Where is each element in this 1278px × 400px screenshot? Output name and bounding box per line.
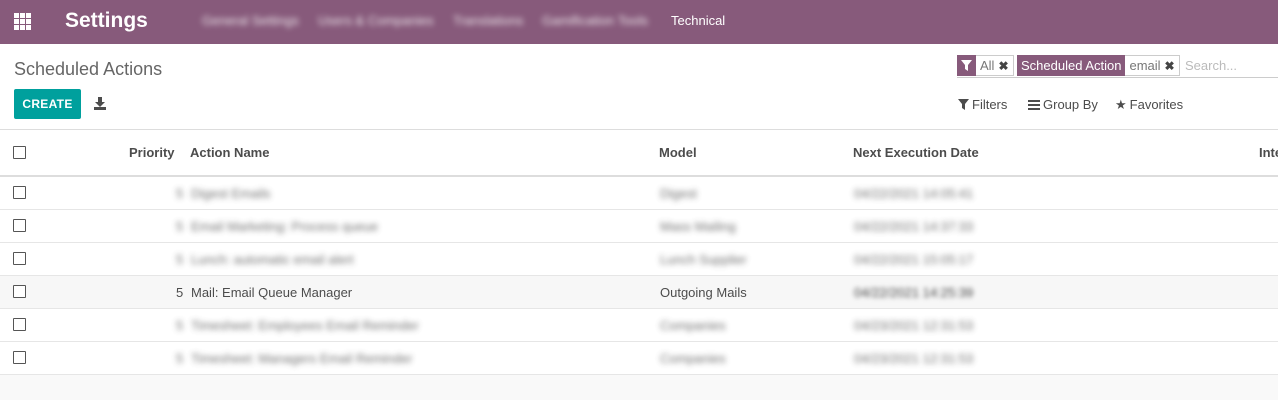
priority-cell: 5 (176, 252, 184, 267)
close-icon[interactable]: ✖ (998, 59, 1008, 73)
column-priority[interactable]: Priority (129, 146, 175, 160)
model-cell: Digest (660, 186, 697, 201)
menu-technical[interactable]: Technical (671, 13, 725, 29)
download-icon[interactable] (94, 97, 106, 110)
table-row[interactable]: 5 Mail: Email Queue Manager Outgoing Mai… (0, 276, 1278, 309)
priority-cell: 5 (176, 186, 184, 201)
next-execution-cell: 04/22/2021 14:25:39 (854, 285, 974, 300)
empty-area (0, 375, 1278, 400)
priority-cell: 5 (176, 285, 184, 300)
model-cell: Mass Mailing (660, 219, 736, 234)
column-model[interactable]: Model (659, 146, 697, 160)
control-panel: Scheduled Actions CREATE All ✖ Scheduled… (0, 44, 1278, 130)
filter-icon (958, 99, 969, 110)
search-facet-filter: All ✖ (957, 55, 1014, 76)
action-name-cell: Email Marketing: Process queue (191, 219, 379, 234)
table-header: Priority Action Name Model Next Executio… (0, 130, 1278, 177)
priority-cell: 5 (176, 351, 184, 366)
filters-dropdown[interactable]: Filters (958, 97, 1007, 112)
column-next-execution-date[interactable]: Next Execution Date (853, 146, 979, 160)
top-navbar: Settings General Settings Users & Compan… (0, 0, 1278, 44)
filter-icon (957, 55, 976, 76)
close-icon[interactable]: ✖ (1165, 59, 1175, 73)
favorites-label: Favorites (1129, 97, 1184, 112)
menu-general-settings[interactable]: General Settings (202, 13, 299, 29)
breadcrumb: Scheduled Actions (14, 59, 163, 79)
next-execution-cell: 04/22/2021 14:05:41 (854, 186, 974, 201)
model-cell: Companies (660, 318, 726, 333)
row-checkbox[interactable] (13, 318, 26, 331)
menu-users-companies[interactable]: Users & Companies (318, 13, 434, 29)
next-execution-cell: 04/23/2021 12:31:53 (854, 318, 974, 333)
model-cell: Lunch Supplier (660, 252, 747, 267)
priority-cell: 5 (176, 219, 184, 234)
next-execution-cell: 04/23/2021 12:31:53 (854, 351, 974, 366)
favorites-dropdown[interactable]: ★ Favorites (1115, 97, 1183, 112)
create-button[interactable]: CREATE (14, 89, 81, 119)
menu-translations[interactable]: Translations (453, 13, 523, 29)
action-name-cell: Digest Emails (191, 186, 271, 201)
row-checkbox[interactable] (13, 252, 26, 265)
bars-icon (1028, 99, 1040, 110)
table-row[interactable]: 5 Lunch: automatic email alert Lunch Sup… (0, 243, 1278, 276)
list-view: Priority Action Name Model Next Executio… (0, 130, 1278, 375)
column-action-name[interactable]: Action Name (190, 146, 269, 160)
group-by-label: Group By (1043, 97, 1098, 112)
facet-value: email (1129, 58, 1161, 73)
facet-label: Scheduled Action (1017, 55, 1126, 76)
facet-value: All (980, 58, 995, 73)
model-cell: Outgoing Mails (660, 285, 747, 300)
group-by-dropdown[interactable]: Group By (1028, 97, 1098, 112)
search-facet-scheduled-action: Scheduled Action email ✖ (1017, 55, 1180, 76)
row-checkbox[interactable] (13, 186, 26, 199)
row-checkbox[interactable] (13, 351, 26, 364)
priority-cell: 5 (176, 318, 184, 333)
next-execution-cell: 04/22/2021 14:37:33 (854, 219, 974, 234)
model-cell: Companies (660, 351, 726, 366)
filters-label: Filters (972, 97, 1008, 112)
table-row[interactable]: 5 Timesheet: Employees Email Reminder Co… (0, 309, 1278, 342)
table-row[interactable]: 5 Digest Emails Digest 04/22/2021 14:05:… (0, 177, 1278, 210)
action-name-cell: Timesheet: Managers Email Reminder (191, 351, 413, 366)
row-checkbox[interactable] (13, 219, 26, 232)
app-title: Settings (65, 9, 148, 32)
action-name-cell: Mail: Email Queue Manager (191, 285, 353, 300)
select-all-checkbox[interactable] (13, 146, 26, 159)
table-row[interactable]: 5 Timesheet: Managers Email Reminder Com… (0, 342, 1278, 375)
action-name-cell: Timesheet: Employees Email Reminder (191, 318, 419, 333)
row-checkbox[interactable] (13, 285, 26, 298)
search-input[interactable] (1185, 56, 1278, 75)
search-bar: All ✖ Scheduled Action email ✖ (957, 54, 1278, 78)
next-execution-cell: 04/22/2021 15:05:17 (854, 252, 974, 267)
action-name-cell: Lunch: automatic email alert (191, 252, 354, 267)
apps-menu-icon[interactable] (14, 13, 31, 30)
column-interval[interactable]: Inte (1259, 146, 1278, 160)
table-row[interactable]: 5 Email Marketing: Process queue Mass Ma… (0, 210, 1278, 243)
star-icon: ★ (1115, 97, 1127, 112)
menu-gamification-tools[interactable]: Gamification Tools (542, 13, 648, 29)
